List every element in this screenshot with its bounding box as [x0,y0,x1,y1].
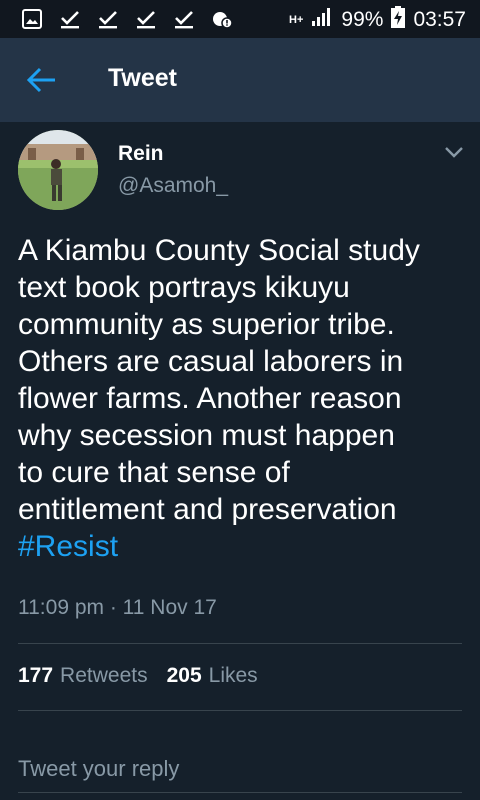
signal-icon [311,7,333,33]
retweets-count[interactable]: 177 [18,664,53,688]
cloud-alert-icon [210,8,234,30]
app-header: Tweet [0,38,480,122]
check-icon [58,8,82,30]
divider [18,643,462,644]
back-arrow-icon[interactable] [26,66,58,94]
check-icon [134,8,158,30]
tweet-text: A Kiambu County Social study text book p… [18,232,468,565]
status-bar: H+ 99% 03:57 [0,0,480,38]
tweet-body: A Kiambu County Social study text book p… [18,234,420,526]
battery-percent: 99% [341,8,384,31]
battery-icon [391,6,406,34]
check-icon [172,8,196,30]
divider [18,710,462,711]
author-handle[interactable]: @Asamoh_ [118,174,228,198]
clock: 03:57 [413,8,466,31]
reply-underline [18,792,462,793]
likes-label[interactable]: Likes [209,664,258,688]
hashtag-link[interactable]: #Resist [18,530,118,563]
status-right: H+ 99% 03:57 [289,6,466,34]
gallery-icon [20,8,44,30]
page-title: Tweet [108,64,177,92]
reply-input[interactable] [18,752,462,786]
avatar[interactable] [18,130,98,210]
network-type: H+ [289,14,304,26]
notification-icons [20,8,234,30]
likes-count[interactable]: 205 [167,664,202,688]
retweets-label[interactable]: Retweets [60,664,148,688]
author-name[interactable]: Rein [118,142,164,166]
chevron-down-icon[interactable] [442,142,466,162]
tweet-timestamp: 11:09 pm · 11 Nov 17 [18,596,217,619]
engagement-stats: 177 Retweets 205 Likes [18,664,258,688]
check-icon [96,8,120,30]
